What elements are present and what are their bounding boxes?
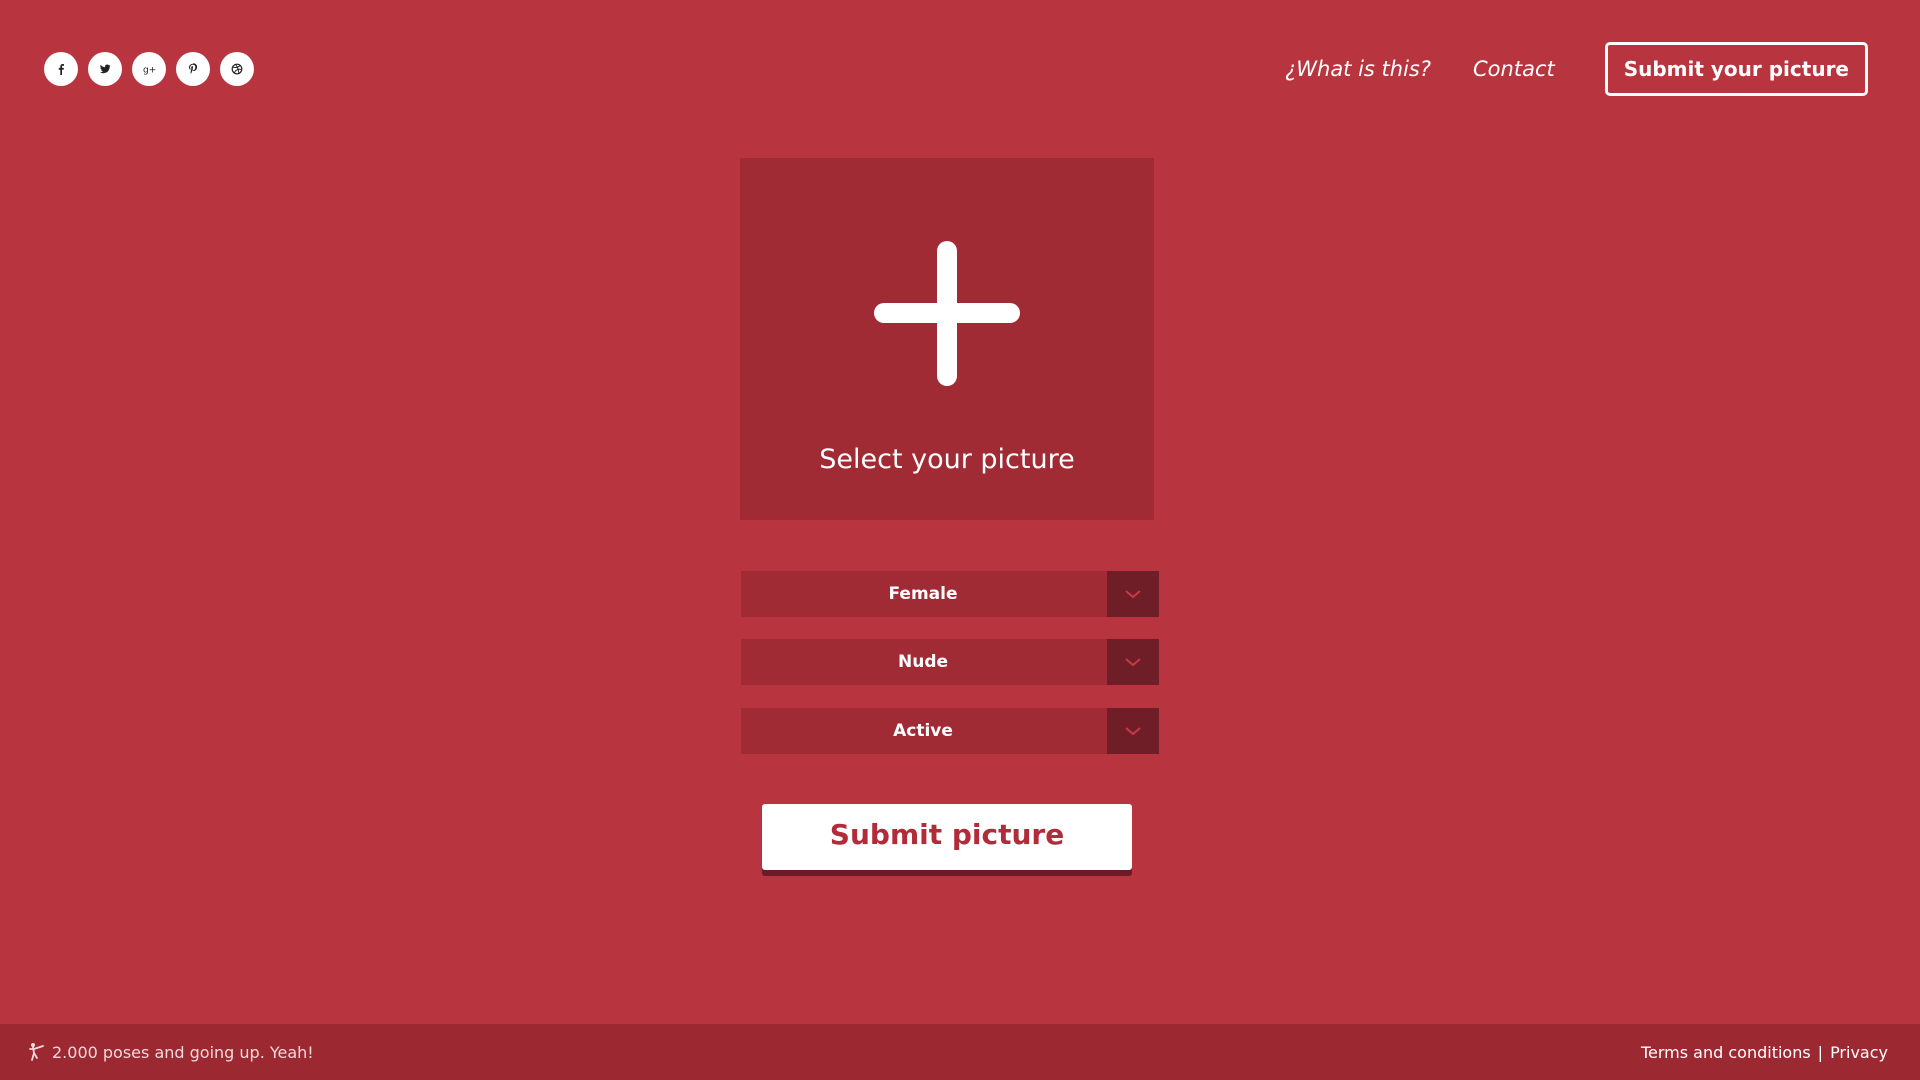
chevron-down-icon [1107,571,1159,617]
gender-select[interactable]: Female [741,571,1159,617]
dribbble-icon[interactable] [220,52,254,86]
plus-icon-horizontal [874,303,1020,323]
google-plus-icon[interactable]: g+ [132,52,166,86]
clothing-select-value: Nude [897,652,949,672]
chevron-down-icon [1107,639,1159,685]
footer: 2.000 poses and going up. Yeah! Terms an… [0,1024,1920,1080]
what-is-this-link[interactable]: ¿What is this? [1285,42,1431,96]
facebook-icon[interactable] [44,52,78,86]
clothing-select[interactable]: Nude [741,639,1159,685]
footer-links: Terms and conditions | Privacy [1641,1024,1888,1080]
gender-select-value: Female [888,584,958,604]
submit-picture-button[interactable]: Submit picture [762,804,1132,870]
footer-tagline: 2.000 poses and going up. Yeah! [52,1042,314,1062]
pinterest-icon[interactable] [176,52,210,86]
social-links: g+ [44,52,254,86]
select-picture-label: Select your picture [819,444,1075,475]
footer-separator: | [1817,1042,1824,1062]
terms-link[interactable]: Terms and conditions [1641,1043,1811,1062]
contact-link[interactable]: Contact [1473,42,1555,96]
svg-text:g+: g+ [143,66,156,76]
chevron-down-icon [1107,708,1159,754]
pose-type-select-value: Active [893,721,953,741]
select-picture-dropzone[interactable]: Select your picture [740,158,1154,520]
footer-tagline-group: 2.000 poses and going up. Yeah! [28,1024,314,1080]
pose-figure-icon [29,1043,44,1061]
top-nav: ¿What is this? Contact Submit your pictu… [1285,42,1868,96]
twitter-icon[interactable] [88,52,122,86]
submit-your-picture-button[interactable]: Submit your picture [1604,42,1868,96]
privacy-link[interactable]: Privacy [1830,1043,1888,1062]
pose-type-select[interactable]: Active [741,708,1159,754]
